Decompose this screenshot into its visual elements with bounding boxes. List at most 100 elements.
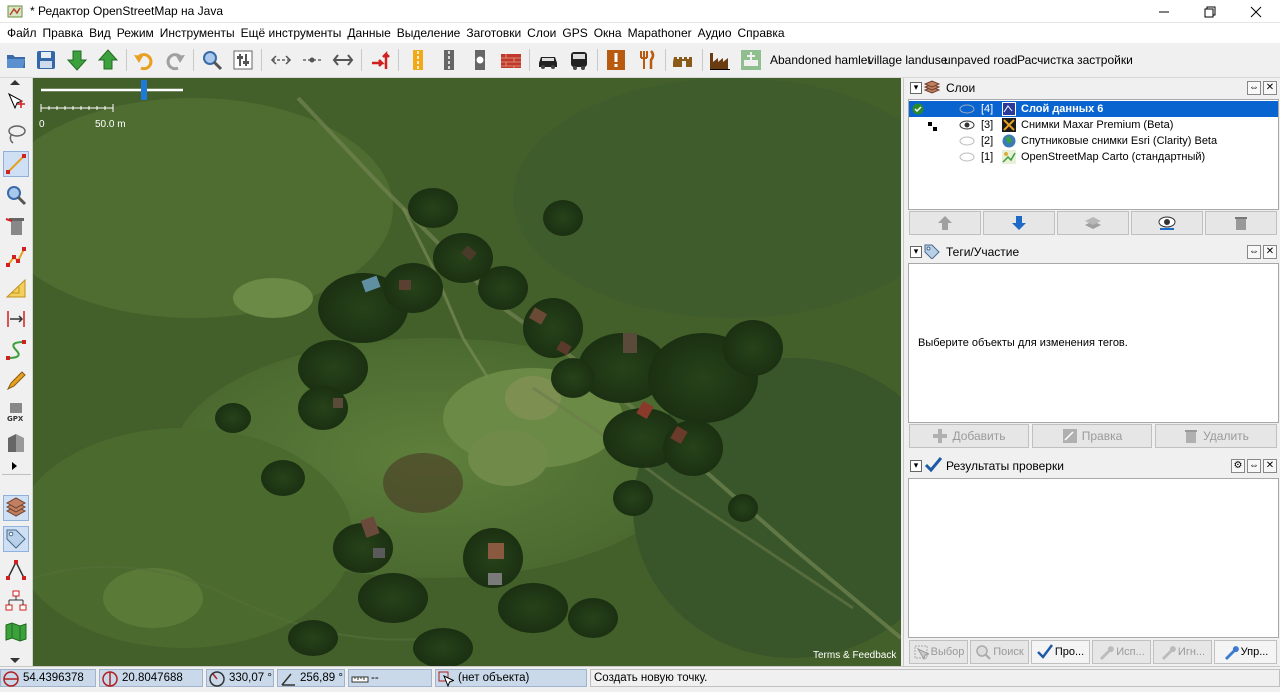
close-panel-icon[interactable]: ✕ xyxy=(1263,81,1277,95)
restaurant-icon[interactable] xyxy=(634,47,660,73)
preset-unpaved-road[interactable]: unpaved road xyxy=(944,53,1017,67)
construction-icon[interactable] xyxy=(738,47,764,73)
preferences-icon[interactable] xyxy=(230,47,256,73)
collapse-toggle-icon[interactable]: ▾ xyxy=(910,460,922,472)
tree-icon[interactable] xyxy=(3,588,29,614)
delete-mode-icon[interactable] xyxy=(3,213,29,239)
delete-layer-button[interactable] xyxy=(1205,211,1277,235)
attribution-link[interactable]: Terms & Feedback xyxy=(813,650,896,661)
collapse-toggle-icon[interactable]: ▾ xyxy=(910,82,922,94)
draw-area-icon[interactable] xyxy=(3,275,29,301)
validation-select-button[interactable]: Выбор xyxy=(909,640,968,664)
warning-sign-icon[interactable] xyxy=(603,47,629,73)
map-view[interactable]: 0 50.0 m Terms & Feedback xyxy=(33,78,901,666)
gpx-icon[interactable]: GPX xyxy=(3,399,29,425)
move-up-button[interactable] xyxy=(909,211,981,235)
menu-edit[interactable]: Правка xyxy=(40,23,87,43)
validation-manage-label: Упр... xyxy=(1240,646,1269,658)
save-icon[interactable] xyxy=(33,47,59,73)
menu-file[interactable]: Файл xyxy=(4,23,40,43)
scroll-up-arrow-icon[interactable] xyxy=(10,80,20,85)
close-panel-icon[interactable]: ✕ xyxy=(1263,459,1277,473)
preset-clearance[interactable]: Расчистка застройки xyxy=(1017,53,1133,67)
delete-tag-button[interactable]: Удалить xyxy=(1155,424,1277,448)
collapse-toggle-icon[interactable]: ▾ xyxy=(910,246,922,258)
expand-arrow-icon[interactable] xyxy=(12,462,17,470)
menu-more-tools[interactable]: Ещё инструменты xyxy=(238,23,345,43)
split-way-icon[interactable] xyxy=(299,47,325,73)
preset-track-icon[interactable] xyxy=(467,47,493,73)
draw-curve-icon[interactable] xyxy=(3,337,29,363)
add-tag-button[interactable]: Добавить xyxy=(909,424,1029,448)
layer-row[interactable]: [2] Спутниковые снимки Esri (Clarity) Be… xyxy=(909,133,1278,149)
redo-icon[interactable] xyxy=(162,47,188,73)
title-bar: * Редактор OpenStreetMap на Java xyxy=(0,0,1280,23)
industrial-icon[interactable] xyxy=(707,47,733,73)
menu-view[interactable]: Вид xyxy=(86,23,114,43)
align-line-icon[interactable] xyxy=(330,47,356,73)
parallel-way-icon[interactable] xyxy=(3,306,29,332)
minimize-button[interactable] xyxy=(1141,0,1187,23)
improve-way-icon[interactable] xyxy=(3,244,29,270)
combine-way-icon[interactable] xyxy=(268,47,294,73)
menu-presets[interactable]: Заготовки xyxy=(463,23,524,43)
car-icon[interactable] xyxy=(535,47,561,73)
undock-icon[interactable]: ⇔ xyxy=(1247,245,1261,259)
relation-icon[interactable] xyxy=(3,557,29,583)
lasso-icon[interactable] xyxy=(3,121,29,147)
move-down-button[interactable] xyxy=(983,211,1055,235)
maximize-button[interactable] xyxy=(1187,0,1233,23)
menu-tools[interactable]: Инструменты xyxy=(157,23,238,43)
validation-fix-button[interactable]: Исп... xyxy=(1092,640,1151,664)
scroll-down-arrow-icon[interactable] xyxy=(10,658,20,663)
layers-toggle-icon[interactable] xyxy=(3,495,29,521)
toggle-visibility-button[interactable] xyxy=(1131,211,1203,235)
draw-mode-icon[interactable] xyxy=(3,151,29,177)
reverse-way-icon[interactable] xyxy=(367,47,393,73)
validation-select-label: Выбор xyxy=(930,646,965,658)
close-panel-icon[interactable]: ✕ xyxy=(1263,245,1277,259)
open-file-icon[interactable] xyxy=(3,47,29,73)
validation-zoom-button[interactable]: Поиск xyxy=(970,640,1029,664)
preset-road-grey-icon[interactable] xyxy=(436,47,462,73)
menu-help[interactable]: Справка xyxy=(735,23,788,43)
map-icon[interactable] xyxy=(3,619,29,645)
menu-mapathoner[interactable]: Mapathoner xyxy=(625,23,695,43)
settings-icon[interactable]: ⚙ xyxy=(1231,459,1245,473)
menu-mode[interactable]: Режим xyxy=(114,23,157,43)
castle-icon[interactable] xyxy=(671,47,697,73)
undock-icon[interactable]: ⇔ xyxy=(1247,459,1261,473)
undock-icon[interactable]: ⇔ xyxy=(1247,81,1261,95)
select-mode-icon[interactable] xyxy=(3,90,29,116)
zoom-icon[interactable] xyxy=(199,47,225,73)
validation-ignore-button[interactable]: Игн... xyxy=(1153,640,1212,664)
layer-row[interactable]: [4] Слой данных 6 xyxy=(909,101,1278,117)
preset-building-icon[interactable] xyxy=(498,47,524,73)
menu-windows[interactable]: Окна xyxy=(591,23,625,43)
download-icon[interactable] xyxy=(64,47,90,73)
zoom-mode-icon[interactable] xyxy=(3,182,29,208)
tags-toggle-icon[interactable] xyxy=(3,526,29,552)
undo-icon[interactable] xyxy=(131,47,157,73)
menu-selection[interactable]: Выделение xyxy=(394,23,464,43)
preset-road-yellow-icon[interactable] xyxy=(405,47,431,73)
preset-abandoned-hamlet[interactable]: Abandoned hamlet xyxy=(770,53,871,67)
menu-gps[interactable]: GPS xyxy=(559,23,590,43)
menu-layers[interactable]: Слои xyxy=(524,23,559,43)
validation-check-button[interactable]: Про... xyxy=(1031,640,1090,664)
upload-icon[interactable] xyxy=(95,47,121,73)
visibility-eye-icon[interactable] xyxy=(959,151,975,168)
close-button[interactable] xyxy=(1233,0,1279,23)
pencil-icon[interactable] xyxy=(3,368,29,394)
preset-village-landuse[interactable]: village landuse xyxy=(868,53,947,67)
buildings-icon[interactable] xyxy=(3,430,29,456)
merge-layer-button[interactable] xyxy=(1057,211,1129,235)
edit-tag-button[interactable]: Правка xyxy=(1032,424,1152,448)
layer-row[interactable]: [3] Снимки Maxar Premium (Beta) xyxy=(909,117,1278,133)
menu-audio[interactable]: Аудио xyxy=(695,23,735,43)
layer-row[interactable]: [1] OpenStreetMap Carto (стандартный) xyxy=(909,149,1278,165)
menu-data[interactable]: Данные xyxy=(344,23,393,43)
layer-index: [1] xyxy=(981,151,994,163)
validation-manage-button[interactable]: Упр... xyxy=(1214,640,1277,664)
bus-icon[interactable] xyxy=(566,47,592,73)
